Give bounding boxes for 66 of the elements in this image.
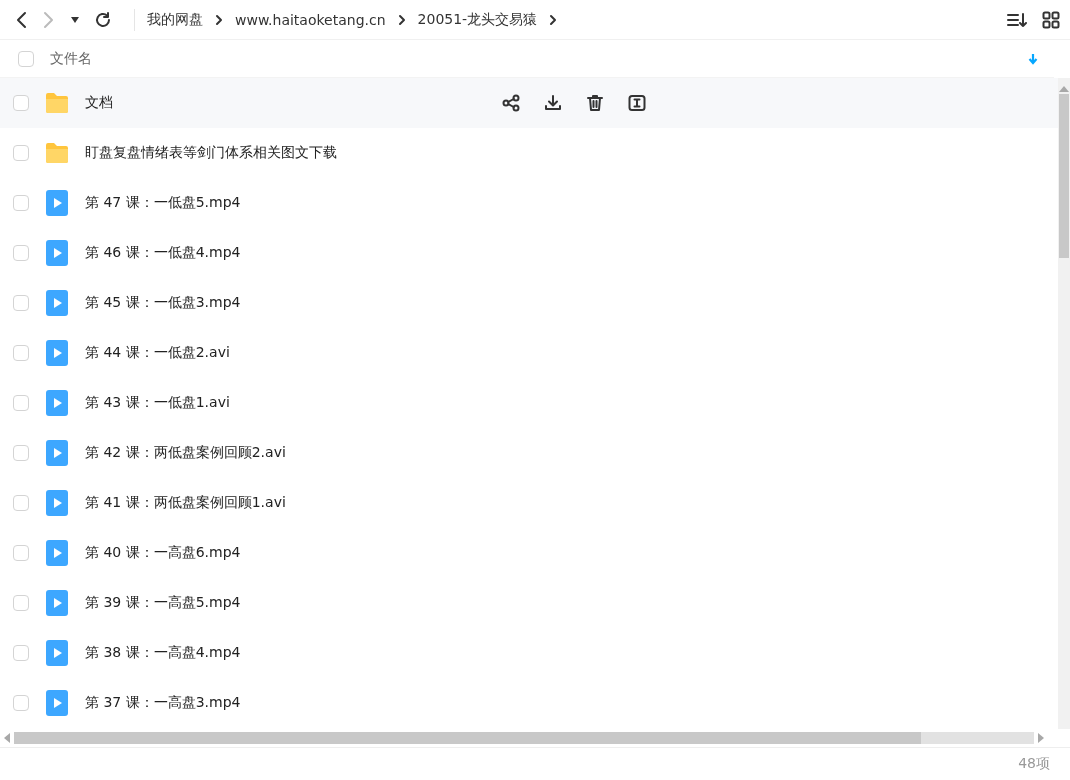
file-name: 第 46 课：一低盘4.mp4 (85, 244, 241, 262)
row-checkbox[interactable] (13, 445, 29, 461)
breadcrumb-link[interactable]: 20051-龙头交易猿 (417, 10, 538, 29)
video-file-icon (46, 640, 68, 666)
file-name: 第 37 课：一高盘3.mp4 (85, 694, 241, 712)
refresh-button[interactable] (94, 10, 112, 29)
scroll-right-icon[interactable] (1038, 733, 1044, 743)
row-checkbox[interactable] (13, 595, 29, 611)
row-checkbox[interactable] (13, 195, 29, 211)
file-name: 盯盘复盘情绪表等剑门体系相关图文下载 (85, 144, 337, 162)
file-name: 第 39 课：一高盘5.mp4 (85, 594, 241, 612)
video-file-icon (46, 240, 68, 266)
file-name: 第 45 课：一低盘3.mp4 (85, 294, 241, 312)
row-checkbox[interactable] (13, 495, 29, 511)
video-file-icon (46, 540, 68, 566)
dropdown-button[interactable] (70, 15, 80, 24)
breadcrumb-link[interactable]: 我的网盘 (147, 10, 203, 29)
video-file-icon (46, 590, 68, 616)
scroll-left-icon[interactable] (4, 733, 10, 743)
grid-view-button[interactable] (1042, 10, 1060, 29)
horizontal-scrollbar[interactable] (0, 729, 1070, 748)
chevron-icon (215, 13, 223, 26)
video-file-icon (46, 190, 68, 216)
file-name: 第 41 课：两低盘案例回顾1.avi (85, 494, 286, 512)
row-checkbox[interactable] (13, 645, 29, 661)
video-file-icon (46, 290, 68, 316)
file-row[interactable]: 文档 (0, 78, 1058, 128)
back-button[interactable] (14, 10, 28, 29)
chevron-icon (397, 13, 406, 26)
share-button[interactable] (502, 94, 520, 112)
download-button[interactable] (544, 94, 562, 112)
file-name: 第 42 课：两低盘案例回顾2.avi (85, 444, 286, 462)
video-file-icon (46, 390, 68, 416)
row-checkbox[interactable] (13, 395, 29, 411)
file-name: 第 44 课：一低盘2.avi (85, 344, 230, 362)
video-file-icon (46, 440, 68, 466)
video-file-icon (46, 340, 68, 366)
video-file-icon (46, 490, 68, 516)
file-name: 第 43 课：一低盘1.avi (85, 394, 230, 412)
select-all-checkbox[interactable] (18, 50, 34, 67)
vertical-scrollbar[interactable] (1058, 78, 1070, 729)
video-file-icon (46, 690, 68, 716)
file-name: 第 38 课：一高盘4.mp4 (85, 644, 241, 662)
row-checkbox[interactable] (13, 345, 29, 361)
forward-button[interactable] (42, 10, 56, 29)
row-checkbox[interactable] (13, 95, 29, 111)
sort-arrow-icon (1028, 52, 1038, 65)
breadcrumb-link[interactable]: www.haitaoketang.cn (235, 11, 386, 28)
folder-icon (44, 92, 70, 114)
folder-icon (44, 142, 70, 164)
file-name: 第 47 课：一低盘5.mp4 (85, 194, 241, 212)
item-count: 48项 (1018, 755, 1050, 773)
column-header[interactable]: 文件名 (50, 49, 92, 68)
row-checkbox[interactable] (13, 245, 29, 261)
file-name: 第 40 课：一高盘6.mp4 (85, 544, 241, 562)
scroll-up-icon[interactable] (1059, 86, 1069, 92)
delete-button[interactable] (586, 94, 604, 112)
row-checkbox[interactable] (13, 145, 29, 161)
row-checkbox[interactable] (13, 545, 29, 561)
row-checkbox[interactable] (13, 295, 29, 311)
scroll-thumb[interactable] (1059, 94, 1069, 258)
rename-button[interactable] (628, 94, 646, 112)
chevron-icon (549, 13, 558, 26)
file-name: 文档 (85, 94, 113, 112)
sort-button[interactable] (1006, 10, 1028, 29)
row-checkbox[interactable] (13, 695, 29, 711)
